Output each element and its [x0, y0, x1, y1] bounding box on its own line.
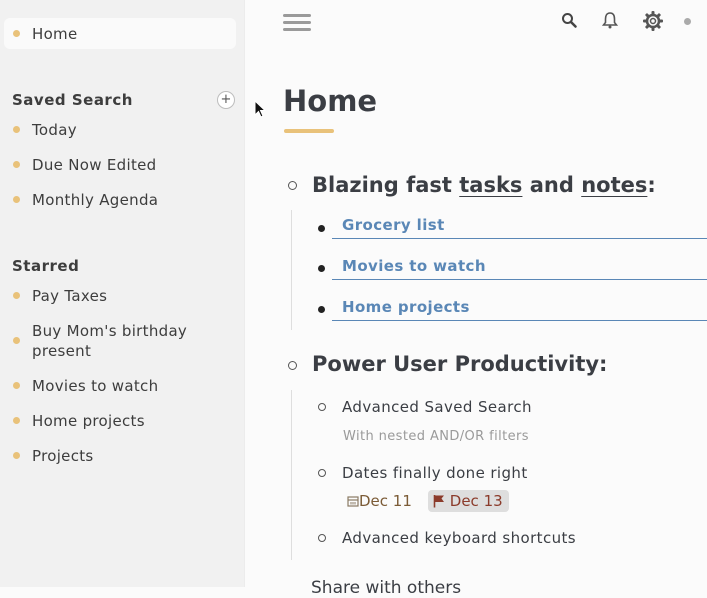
bullet-dot — [13, 126, 20, 133]
outline-bullet[interactable] — [318, 403, 326, 411]
bullet-dot — [13, 452, 20, 459]
item-dates[interactable]: Dates finally done right — [342, 464, 528, 482]
section-heading-productivity: Power User Productivity: — [312, 352, 608, 376]
link-home-projects[interactable]: Home projects — [342, 298, 470, 316]
section-heading-tasks-notes: Blazing fast tasks and notes: — [312, 173, 656, 197]
link-bullet[interactable] — [318, 265, 325, 272]
bell-icon[interactable] — [602, 11, 618, 29]
outline-bullet[interactable] — [318, 534, 326, 542]
outline-bullet[interactable] — [318, 469, 326, 477]
starred-heading: Starred — [12, 257, 80, 275]
add-saved-search-button[interactable]: + — [217, 91, 235, 109]
sidebar-item-buy-mom-line2[interactable]: present — [32, 341, 91, 361]
bullet-dot — [13, 382, 20, 389]
next-heading-partial: Share with others — [311, 578, 462, 598]
item-keyboard-shortcuts[interactable]: Advanced keyboard shortcuts — [342, 529, 576, 547]
date-chip-start[interactable]: Dec 11 — [344, 490, 416, 512]
sidebar-item-home-projects[interactable]: Home projects — [32, 411, 145, 431]
title-underline — [284, 129, 334, 133]
date-chip-due[interactable]: Dec 13 — [428, 490, 509, 512]
link-grocery-list[interactable]: Grocery list — [342, 216, 445, 234]
outline-bullet[interactable] — [288, 361, 297, 370]
link-bullet[interactable] — [318, 225, 325, 232]
sidebar-item-due-now[interactable]: Due Now Edited — [32, 155, 157, 175]
link-movies-to-watch[interactable]: Movies to watch — [342, 257, 486, 275]
bullet-dot — [13, 161, 20, 168]
indent-guide — [291, 210, 292, 330]
sidebar-item-movies[interactable]: Movies to watch — [32, 376, 158, 396]
search-icon[interactable] — [561, 12, 577, 28]
bullet-dot — [13, 337, 20, 344]
indent-guide — [291, 390, 292, 560]
status-dot — [684, 18, 691, 25]
bullet-dot — [13, 30, 20, 37]
main-panel: Home Blazing fast tasks and notes: Groce… — [245, 0, 707, 598]
sidebar-item-projects[interactable]: Projects — [32, 446, 94, 466]
bullet-dot — [13, 196, 20, 203]
link-bullet[interactable] — [318, 306, 325, 313]
link-divider — [332, 320, 707, 321]
link-divider — [332, 238, 707, 239]
saved-search-heading: Saved Search — [12, 91, 133, 109]
sidebar-item-buy-mom[interactable]: Buy Mom's birthday — [32, 321, 187, 341]
bullet-dot — [13, 292, 20, 299]
bullet-dot — [13, 417, 20, 424]
page-title: Home — [283, 84, 378, 118]
calendar-icon — [347, 496, 359, 507]
sidebar-item-label[interactable]: Home — [32, 24, 78, 44]
sidebar-item-monthly-agenda[interactable]: Monthly Agenda — [32, 190, 158, 210]
sidebar: Home Saved Search + Today Due Now Edited… — [0, 0, 245, 587]
sidebar-item-today[interactable]: Today — [32, 120, 77, 140]
outline-bullet[interactable] — [288, 181, 297, 190]
item-note: With nested AND/OR filters — [343, 429, 529, 444]
link-divider — [332, 279, 707, 280]
item-advanced-saved-search[interactable]: Advanced Saved Search — [342, 398, 532, 416]
gear-icon[interactable] — [642, 10, 664, 32]
flag-icon — [433, 495, 444, 508]
sidebar-item-pay-taxes[interactable]: Pay Taxes — [32, 286, 107, 306]
menu-icon[interactable] — [283, 14, 311, 32]
